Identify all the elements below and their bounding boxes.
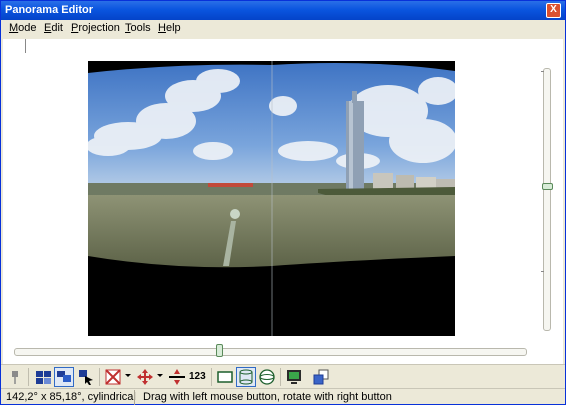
spherical-icon[interactable] <box>257 367 277 387</box>
cylindrical-icon-graphic <box>239 369 253 385</box>
toolbar-separator <box>28 368 29 386</box>
menu-mode-rest: ode <box>18 22 37 34</box>
menu-mode[interactable]: Mode <box>9 22 37 34</box>
show-overlap-icon-graphic <box>57 371 71 382</box>
rectangular-icon-graphic <box>217 371 233 383</box>
menu-tools-rest: ools <box>130 22 151 34</box>
vertical-slider-thumb[interactable] <box>542 183 553 191</box>
vertical-slider-tick <box>541 71 544 72</box>
menu-help[interactable]: Help <box>158 22 181 34</box>
select-images-icon-graphic <box>79 370 93 385</box>
menu-bar: Mode Edit Projection Tools Help <box>1 20 565 38</box>
panorama-illustration <box>88 61 455 336</box>
horizontal-slider-track[interactable] <box>14 348 527 356</box>
panorama-editor-window: Panorama Editor X Mode Edit Projection T… <box>0 0 566 405</box>
window-icon-graphic <box>313 369 329 385</box>
horizon-icon-graphic <box>169 369 185 385</box>
title-bar[interactable]: Panorama Editor X <box>1 1 565 20</box>
target-icon-graphic <box>105 369 121 385</box>
select-images-icon[interactable] <box>76 367 96 387</box>
menu-tools[interactable]: Tools <box>125 22 151 34</box>
toolbar-separator <box>99 368 100 386</box>
pin-icon[interactable] <box>5 367 25 387</box>
menu-help-rest: elp <box>165 22 181 34</box>
vertical-slider-track[interactable] <box>543 68 551 331</box>
numbers-icon[interactable]: 123 <box>189 371 206 382</box>
close-button[interactable]: X <box>546 3 561 18</box>
fov-status: 142,2° x 85,18°, cylindrical <box>6 391 136 403</box>
target-dropdown-arrow[interactable] <box>125 374 131 377</box>
target-icon[interactable] <box>103 367 123 387</box>
hint-status: Drag with left mouse button, rotate with… <box>143 391 392 403</box>
panorama-preview-image[interactable] <box>88 61 455 336</box>
show-overlap-icon[interactable] <box>54 367 74 387</box>
toolbar: 123 <box>1 364 565 388</box>
spherical-icon-graphic <box>259 369 275 385</box>
preview-monitor-icon[interactable] <box>284 367 304 387</box>
move-icon[interactable] <box>135 367 155 387</box>
preview-monitor-icon-graphic <box>287 370 301 384</box>
vertical-slider-tick <box>541 271 544 272</box>
rectangular-icon[interactable] <box>215 367 235 387</box>
cylindrical-icon[interactable] <box>236 367 256 387</box>
menu-edit-rest: dit <box>51 22 63 34</box>
toolbar-separator <box>211 368 212 386</box>
pin-icon-graphic <box>12 371 18 384</box>
menu-edit[interactable]: Edit <box>44 22 63 34</box>
canvas-marker <box>25 39 26 53</box>
menu-projection-rest: rojection <box>78 22 120 34</box>
move-icon-graphic <box>137 369 153 385</box>
status-bar: 142,2° x 85,18°, cylindrical Drag with l… <box>1 388 565 405</box>
show-images-icon-graphic <box>36 371 51 384</box>
show-images-icon[interactable] <box>33 367 53 387</box>
status-divider <box>134 390 135 405</box>
menu-projection[interactable]: Projection <box>71 22 120 34</box>
window-icon[interactable] <box>311 367 331 387</box>
move-dropdown-arrow[interactable] <box>157 374 163 377</box>
horizontal-slider-thumb[interactable] <box>216 344 224 357</box>
window-title: Panorama Editor <box>5 4 94 16</box>
horizon-icon[interactable] <box>167 367 187 387</box>
toolbar-separator <box>280 368 281 386</box>
